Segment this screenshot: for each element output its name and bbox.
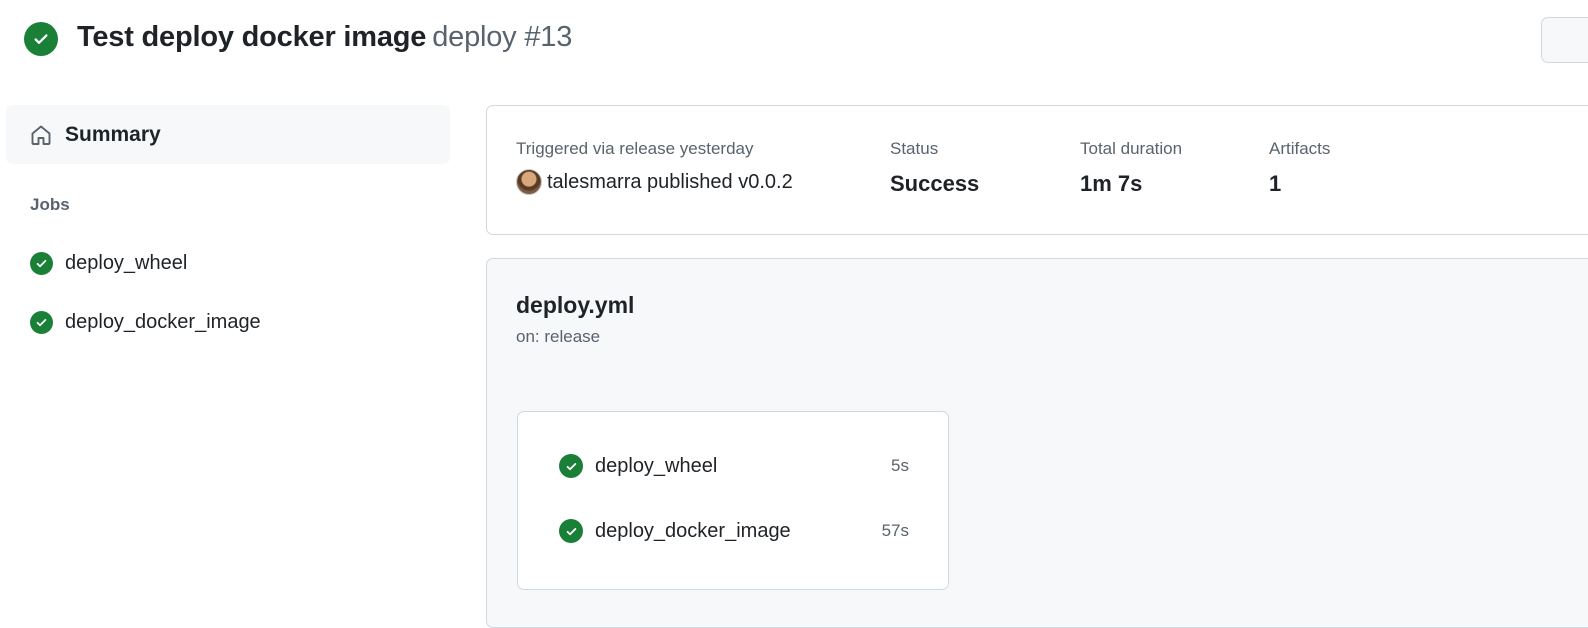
sidebar-item-job[interactable]: deploy_wheel bbox=[30, 252, 187, 275]
artifacts-value[interactable]: 1 bbox=[1269, 171, 1330, 197]
artifacts-info: Artifacts 1 bbox=[1269, 139, 1330, 197]
header-action-button[interactable] bbox=[1541, 17, 1588, 63]
status-label: Status bbox=[890, 139, 939, 158]
actor-link[interactable]: talesmarra bbox=[547, 171, 641, 194]
sidebar-item-summary[interactable]: Summary bbox=[6, 105, 450, 164]
job-success-icon bbox=[30, 252, 53, 275]
job-group: deploy_wheel 5s deploy_docker_image 57s bbox=[517, 411, 949, 590]
sidebar-job-name: deploy_docker_image bbox=[65, 311, 261, 333]
workflow-title: Test deploy docker image bbox=[77, 20, 427, 53]
summary-label: Summary bbox=[65, 122, 161, 146]
graph-job-duration: 57s bbox=[881, 521, 909, 540]
status-info: Status Success bbox=[890, 139, 979, 197]
action-text: published v0.0.2 bbox=[647, 170, 793, 193]
workflow-file-name: deploy.yml bbox=[516, 292, 635, 318]
jobs-heading: Jobs bbox=[30, 195, 70, 214]
duration-value: 1m 7s bbox=[1080, 171, 1143, 196]
job-success-icon bbox=[559, 454, 583, 478]
sidebar-job-name: deploy_wheel bbox=[65, 252, 188, 274]
page-header: Test deploy docker image deploy #13 bbox=[24, 18, 572, 56]
job-success-icon bbox=[30, 311, 53, 334]
trigger-info: Triggered via release yesterday talesmar… bbox=[516, 139, 793, 195]
workflow-graph-panel: deploy.yml on: release deploy_wheel 5s d… bbox=[486, 258, 1588, 628]
sidebar-item-job[interactable]: deploy_docker_image bbox=[30, 311, 261, 334]
duration-label: Total duration bbox=[1080, 139, 1183, 158]
status-success-icon bbox=[24, 22, 58, 56]
home-icon bbox=[29, 123, 53, 147]
avatar[interactable] bbox=[516, 169, 542, 195]
graph-job-name: deploy_docker_image bbox=[595, 519, 791, 542]
workflow-trigger: on: release bbox=[516, 327, 601, 346]
run-label: deploy #13 bbox=[432, 20, 573, 53]
graph-job-name: deploy_wheel bbox=[595, 454, 718, 477]
page-title: Test deploy docker image deploy #13 bbox=[77, 21, 572, 54]
graph-job-row[interactable]: deploy_docker_image 57s bbox=[559, 519, 909, 543]
run-info-card: Triggered via release yesterday talesmar… bbox=[486, 105, 1588, 235]
duration-info: Total duration 1m 7s bbox=[1080, 139, 1182, 197]
graph-job-duration: 5s bbox=[891, 456, 909, 475]
status-value: Success bbox=[890, 171, 980, 196]
job-success-icon bbox=[559, 519, 583, 543]
artifacts-label: Artifacts bbox=[1269, 139, 1331, 158]
graph-job-row[interactable]: deploy_wheel 5s bbox=[559, 454, 909, 478]
trigger-label: Triggered via release yesterday bbox=[516, 139, 754, 158]
